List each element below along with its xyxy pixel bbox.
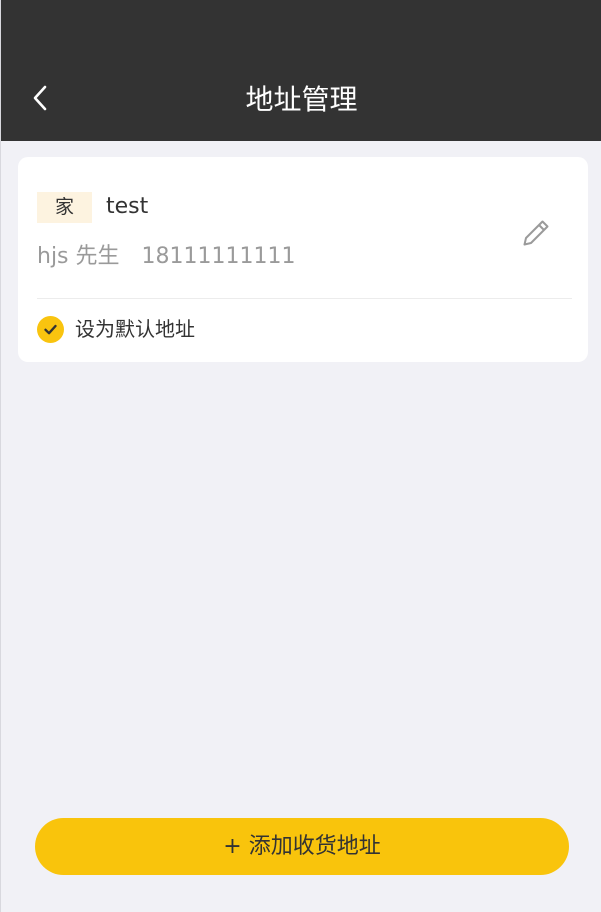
pencil-icon: [523, 220, 549, 246]
divider: [37, 298, 572, 299]
checkmark-icon: [37, 315, 64, 343]
add-address-button[interactable]: + 添加收货地址: [35, 818, 569, 875]
set-default-toggle[interactable]: 设为默认地址: [37, 314, 195, 344]
contact-line: hjs 先生 18111111111: [37, 240, 295, 274]
set-default-label: 设为默认地址: [75, 317, 195, 341]
edit-address-button[interactable]: [518, 215, 554, 251]
contact-name: hjs 先生: [37, 244, 120, 269]
address-tag: 家: [37, 192, 92, 223]
contact-phone: 18111111111: [141, 244, 296, 269]
page-title: 地址管理: [245, 83, 358, 116]
address-card[interactable]: 家 test hjs 先生 18111111111 设为默认地址: [18, 157, 588, 362]
address-text: test: [106, 194, 149, 219]
nav-bar: 地址管理: [1, 0, 601, 141]
